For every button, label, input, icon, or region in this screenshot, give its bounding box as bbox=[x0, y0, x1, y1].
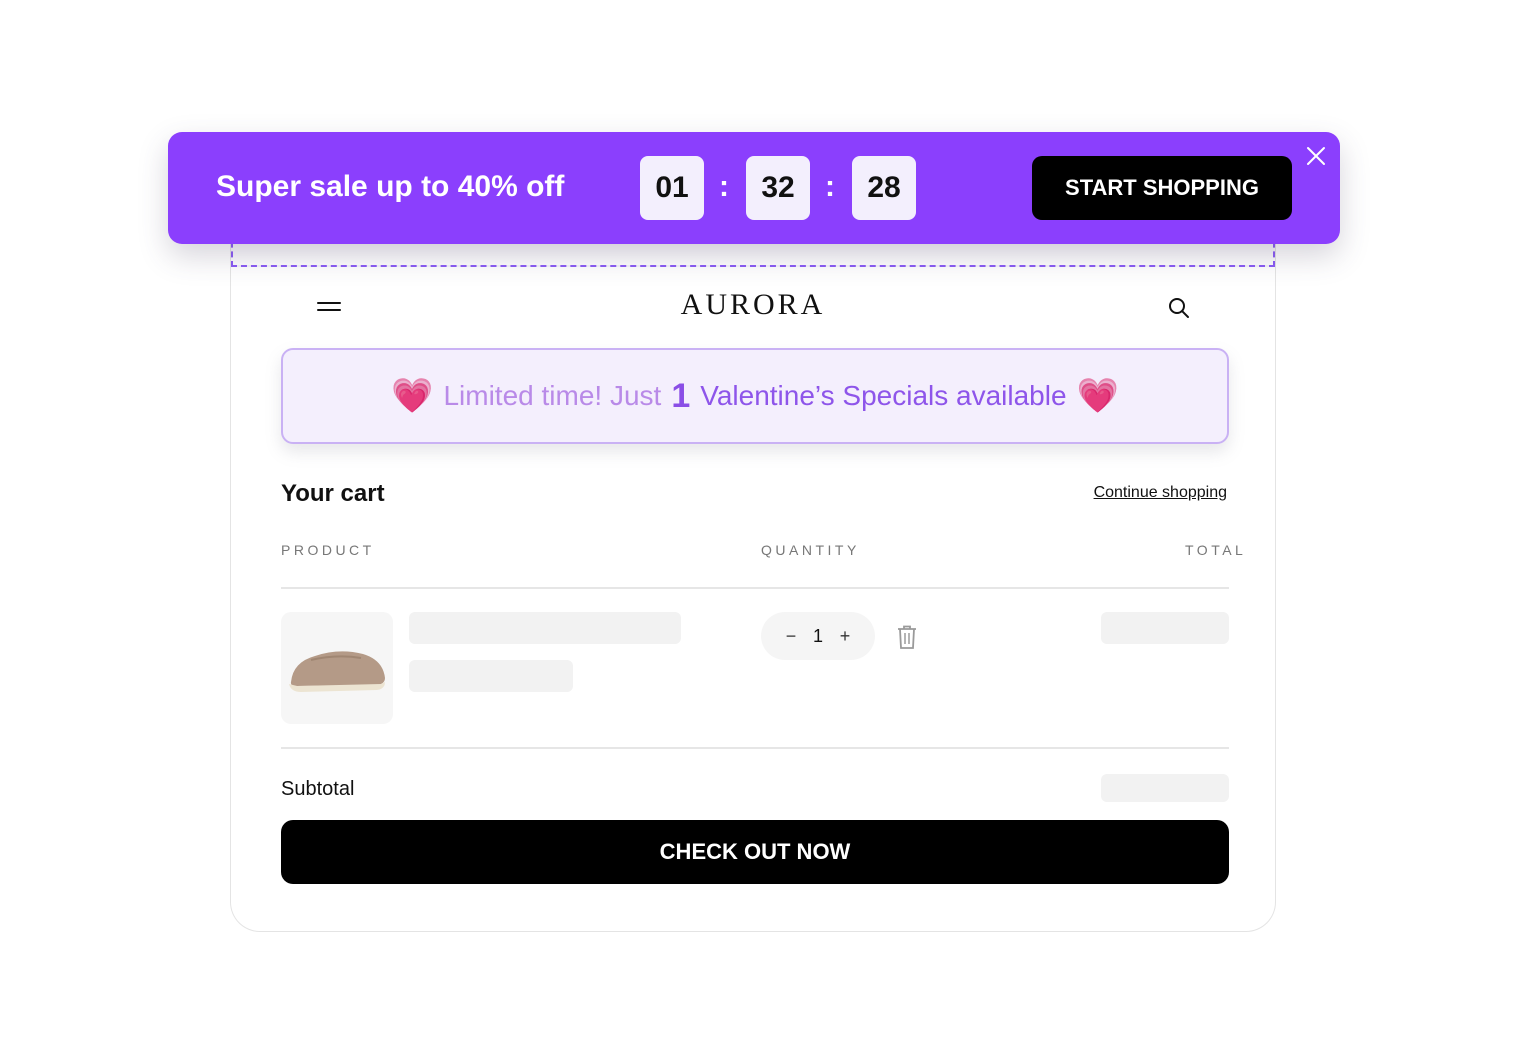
heart-emoji-icon: 💗 bbox=[391, 377, 434, 415]
decrease-quantity-button[interactable]: − bbox=[781, 626, 801, 647]
product-variant-placeholder bbox=[409, 660, 573, 692]
promo-count: 1 bbox=[671, 376, 691, 415]
subtotal-value-placeholder bbox=[1101, 774, 1229, 802]
continue-shopping-link[interactable]: Continue shopping bbox=[1094, 484, 1227, 502]
timer-seconds: 28 bbox=[852, 156, 916, 220]
shoe-icon bbox=[289, 651, 385, 692]
cart-title: Your cart bbox=[281, 480, 385, 507]
trash-icon[interactable] bbox=[895, 624, 919, 650]
store-brand-logo[interactable]: AURORA bbox=[231, 288, 1275, 322]
column-header-quantity: QUANTITY bbox=[761, 542, 860, 558]
column-header-product: PRODUCT bbox=[281, 542, 375, 558]
sale-headline: Super sale up to 40% off bbox=[216, 170, 565, 203]
store-header: AURORA bbox=[231, 280, 1275, 336]
subtotal-label: Subtotal bbox=[281, 778, 355, 800]
checkout-button[interactable]: CHECK OUT NOW bbox=[281, 820, 1229, 884]
search-icon[interactable] bbox=[1167, 296, 1191, 320]
product-title-placeholder bbox=[409, 612, 681, 644]
timer-minutes: 32 bbox=[746, 156, 810, 220]
close-icon[interactable] bbox=[1305, 145, 1327, 167]
divider bbox=[281, 747, 1229, 749]
start-shopping-button[interactable]: START SHOPPING bbox=[1032, 156, 1292, 220]
divider bbox=[281, 587, 1229, 589]
heart-emoji-icon: 💗 bbox=[1076, 377, 1119, 415]
limited-time-banner: 💗 Limited time! Just 1 Valentine’s Speci… bbox=[281, 348, 1229, 444]
product-image[interactable] bbox=[281, 612, 393, 724]
quantity-value: 1 bbox=[812, 625, 823, 646]
increase-quantity-button[interactable]: + bbox=[835, 626, 855, 647]
sale-countdown-bar: Super sale up to 40% off 01 : 32 : 28 ST… bbox=[168, 132, 1340, 244]
item-total-placeholder bbox=[1101, 612, 1229, 644]
quantity-stepper[interactable]: − 1 + bbox=[761, 612, 875, 660]
promo-suffix: Valentine’s Specials available bbox=[700, 380, 1067, 411]
column-header-total: TOTAL bbox=[1185, 542, 1247, 558]
timer-separator: : bbox=[719, 170, 729, 203]
store-preview-card: AURORA 💗 Limited time! Just 1 Valentine’… bbox=[230, 232, 1276, 932]
promo-prefix: Limited time! Just bbox=[443, 380, 662, 411]
timer-separator: : bbox=[825, 170, 835, 203]
timer-hours: 01 bbox=[640, 156, 704, 220]
